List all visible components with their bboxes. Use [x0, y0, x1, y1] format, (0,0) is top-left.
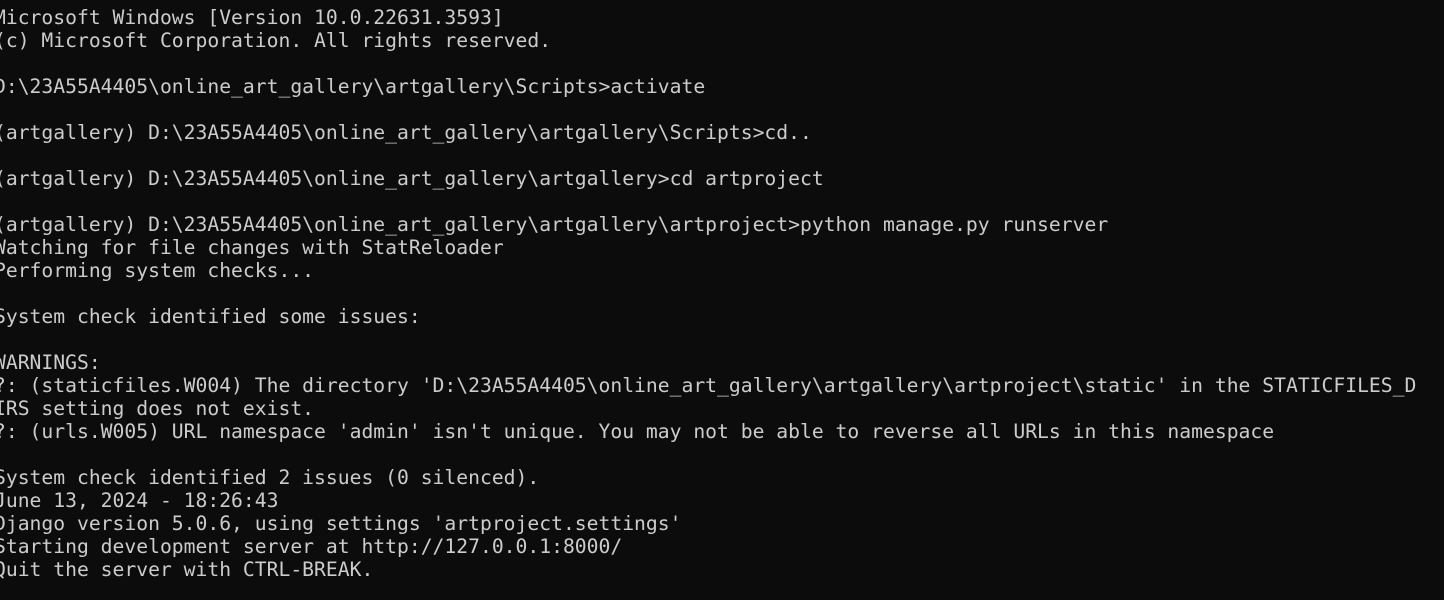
terminal-line-output: System check identified 2 issues (0 sile… [0, 466, 540, 489]
terminal-line-version: Microsoft Windows [Version 10.0.22631.35… [0, 6, 504, 29]
terminal-line-command-cd-artproject: (artgallery) D:\23A55A4405\online_art_ga… [0, 167, 824, 190]
terminal-line-copyright: (c) Microsoft Corporation. All rights re… [0, 29, 552, 52]
terminal-line-warning: ?: (staticfiles.W004) The directory 'D:\… [0, 374, 1417, 397]
terminal-line-timestamp: June 13, 2024 - 18:26:43 [0, 489, 279, 512]
terminal-output: Microsoft Windows [Version 10.0.22631.35… [0, 6, 1444, 581]
terminal-line-warning: ?: (urls.W005) URL namespace 'admin' isn… [0, 420, 1275, 443]
terminal-line-server-url: Starting development server at http://12… [0, 535, 623, 558]
terminal-line-output: Quit the server with CTRL-BREAK. [0, 558, 374, 581]
terminal-line-output: Watching for file changes with StatReloa… [0, 236, 504, 259]
terminal-line-warning-wrap: IRS setting does not exist. [0, 397, 315, 420]
terminal-window[interactable]: Microsoft Windows [Version 10.0.22631.35… [0, 0, 1444, 600]
terminal-line-command-activate: D:\23A55A4405\online_art_gallery\artgall… [0, 75, 706, 98]
terminal-line-output: System check identified some issues: [0, 305, 421, 328]
terminal-line-output: Performing system checks... [0, 259, 315, 282]
terminal-line-warnings-header: WARNINGS: [0, 351, 101, 374]
terminal-line-command-cd-up: (artgallery) D:\23A55A4405\online_art_ga… [0, 121, 812, 144]
terminal-line-output: Django version 5.0.6, using settings 'ar… [0, 512, 682, 535]
terminal-line-command-runserver: (artgallery) D:\23A55A4405\online_art_ga… [0, 213, 1109, 236]
